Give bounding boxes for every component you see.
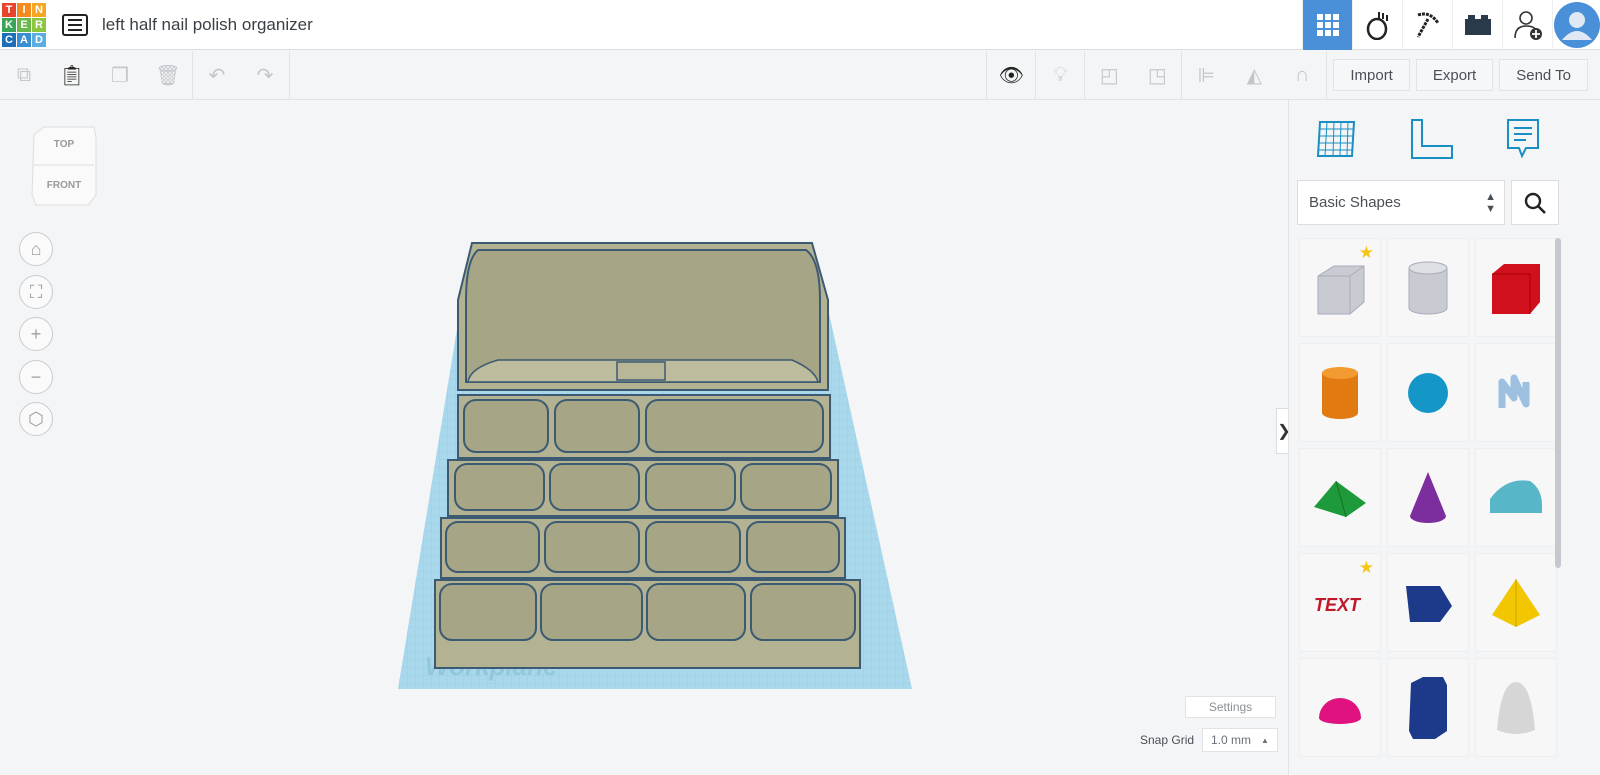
select-arrows-icon: ▲ ▼ [1485,190,1496,215]
undo-icon[interactable]: ↶ [193,51,241,99]
shape-paraboloid[interactable] [1475,658,1557,757]
ruler-tool-icon[interactable] [1408,116,1454,165]
logo-letter: I [17,2,31,17]
shape-box-hole[interactable]: ★ [1299,238,1381,337]
logo-letter: C [2,32,16,47]
shape-cylinder-hole[interactable] [1387,238,1469,337]
favorite-star-icon: ★ [1358,558,1374,577]
logo-letter: D [32,32,46,47]
workplane-tool-icon[interactable] [1314,116,1358,165]
search-icon [1524,192,1546,214]
text-shape-label: TEXT [1314,595,1362,615]
cruise-icon[interactable]: ∩ [1278,51,1326,99]
shapes-grid: ★ TEXT ★ [1299,238,1557,757]
shape-box[interactable] [1475,238,1557,337]
shape-polygon[interactable] [1387,658,1469,757]
favorite-star-icon: ★ [1358,243,1374,262]
shape-half-sphere[interactable] [1299,658,1381,757]
shape-scribble[interactable] [1475,343,1557,442]
lightbulb-icon[interactable]: 💡︎ [1036,51,1084,99]
pickaxe-icon[interactable] [1402,0,1452,50]
logo-letter: A [17,32,31,47]
toolbar: ⧉ 📋︎ ❐ 🗑︎ ↶ ↷ 👁︎ 💡︎ ◰ ◳ ⊫ ◭ ∩ Import Exp… [0,51,1600,100]
avatar-icon[interactable] [1552,0,1600,50]
shape-wedge[interactable] [1387,553,1469,652]
logo-letter: T [2,2,16,17]
shape-roof[interactable] [1299,448,1381,547]
nail-polish-organizer-model[interactable] [434,242,861,669]
shape-category-select[interactable]: Basic Shapes ▲ ▼ [1297,180,1505,225]
delete-icon[interactable]: 🗑︎ [144,51,192,99]
add-user-icon[interactable] [1502,0,1552,50]
settings-button[interactable]: Settings [1185,696,1276,718]
shape-sphere[interactable] [1387,343,1469,442]
send-to-button[interactable]: Send To [1499,59,1588,91]
snap-grid-label: Snap Grid [1140,733,1195,747]
copy-icon[interactable]: ⧉ [0,51,48,99]
export-button[interactable]: Export [1415,59,1494,91]
logo-letter: R [32,17,46,32]
logo-letter: N [32,2,46,17]
notes-tool-icon[interactable] [1504,116,1544,165]
design-title[interactable]: left half nail polish organizer [102,15,313,35]
search-shapes-button[interactable] [1511,180,1559,225]
shape-text[interactable]: TEXT ★ [1299,553,1381,652]
import-button[interactable]: Import [1333,59,1410,91]
3d-viewport[interactable]: TOP FRONT ⌂ ⛶ + − ⬡ Workplane ❯ [0,100,1292,775]
brick-icon[interactable] [1452,0,1502,50]
shape-pyramid[interactable] [1475,553,1557,652]
mirror-icon[interactable]: ◭ [1230,51,1278,99]
scene: Workplane [398,242,912,689]
ungroup-icon[interactable]: ◳ [1133,51,1181,99]
notes-visibility-icon[interactable]: 👁︎ [987,51,1035,99]
snap-grid-select[interactable]: 1.0 mm ▲ [1202,728,1278,752]
grid-view-icon[interactable] [1302,0,1352,50]
logo-letter: K [2,17,16,32]
shape-cone[interactable] [1387,448,1469,547]
shape-cylinder[interactable] [1299,343,1381,442]
caret-up-icon: ▲ [1261,735,1269,745]
logo-letter: E [17,17,31,32]
header: T I N K E R C A D left half nail polish … [0,0,1600,50]
shape-round-roof[interactable] [1475,448,1557,547]
duplicate-icon[interactable]: ❐ [96,51,144,99]
design-menu-icon[interactable] [62,13,88,36]
redo-icon[interactable]: ↷ [241,51,289,99]
group-icon[interactable]: ◰ [1085,51,1133,99]
shapes-panel: Basic Shapes ▲ ▼ ★ TEXT ★ [1288,100,1600,775]
paste-icon[interactable]: 📋︎ [48,51,96,99]
align-icon[interactable]: ⊫ [1182,51,1230,99]
tinkercad-logo[interactable]: T I N K E R C A D [2,2,46,47]
egg-icon[interactable] [1352,0,1402,50]
snap-grid-value: 1.0 mm [1211,733,1252,747]
shapes-scrollbar[interactable] [1555,238,1561,568]
shape-category-value: Basic Shapes [1309,194,1401,211]
